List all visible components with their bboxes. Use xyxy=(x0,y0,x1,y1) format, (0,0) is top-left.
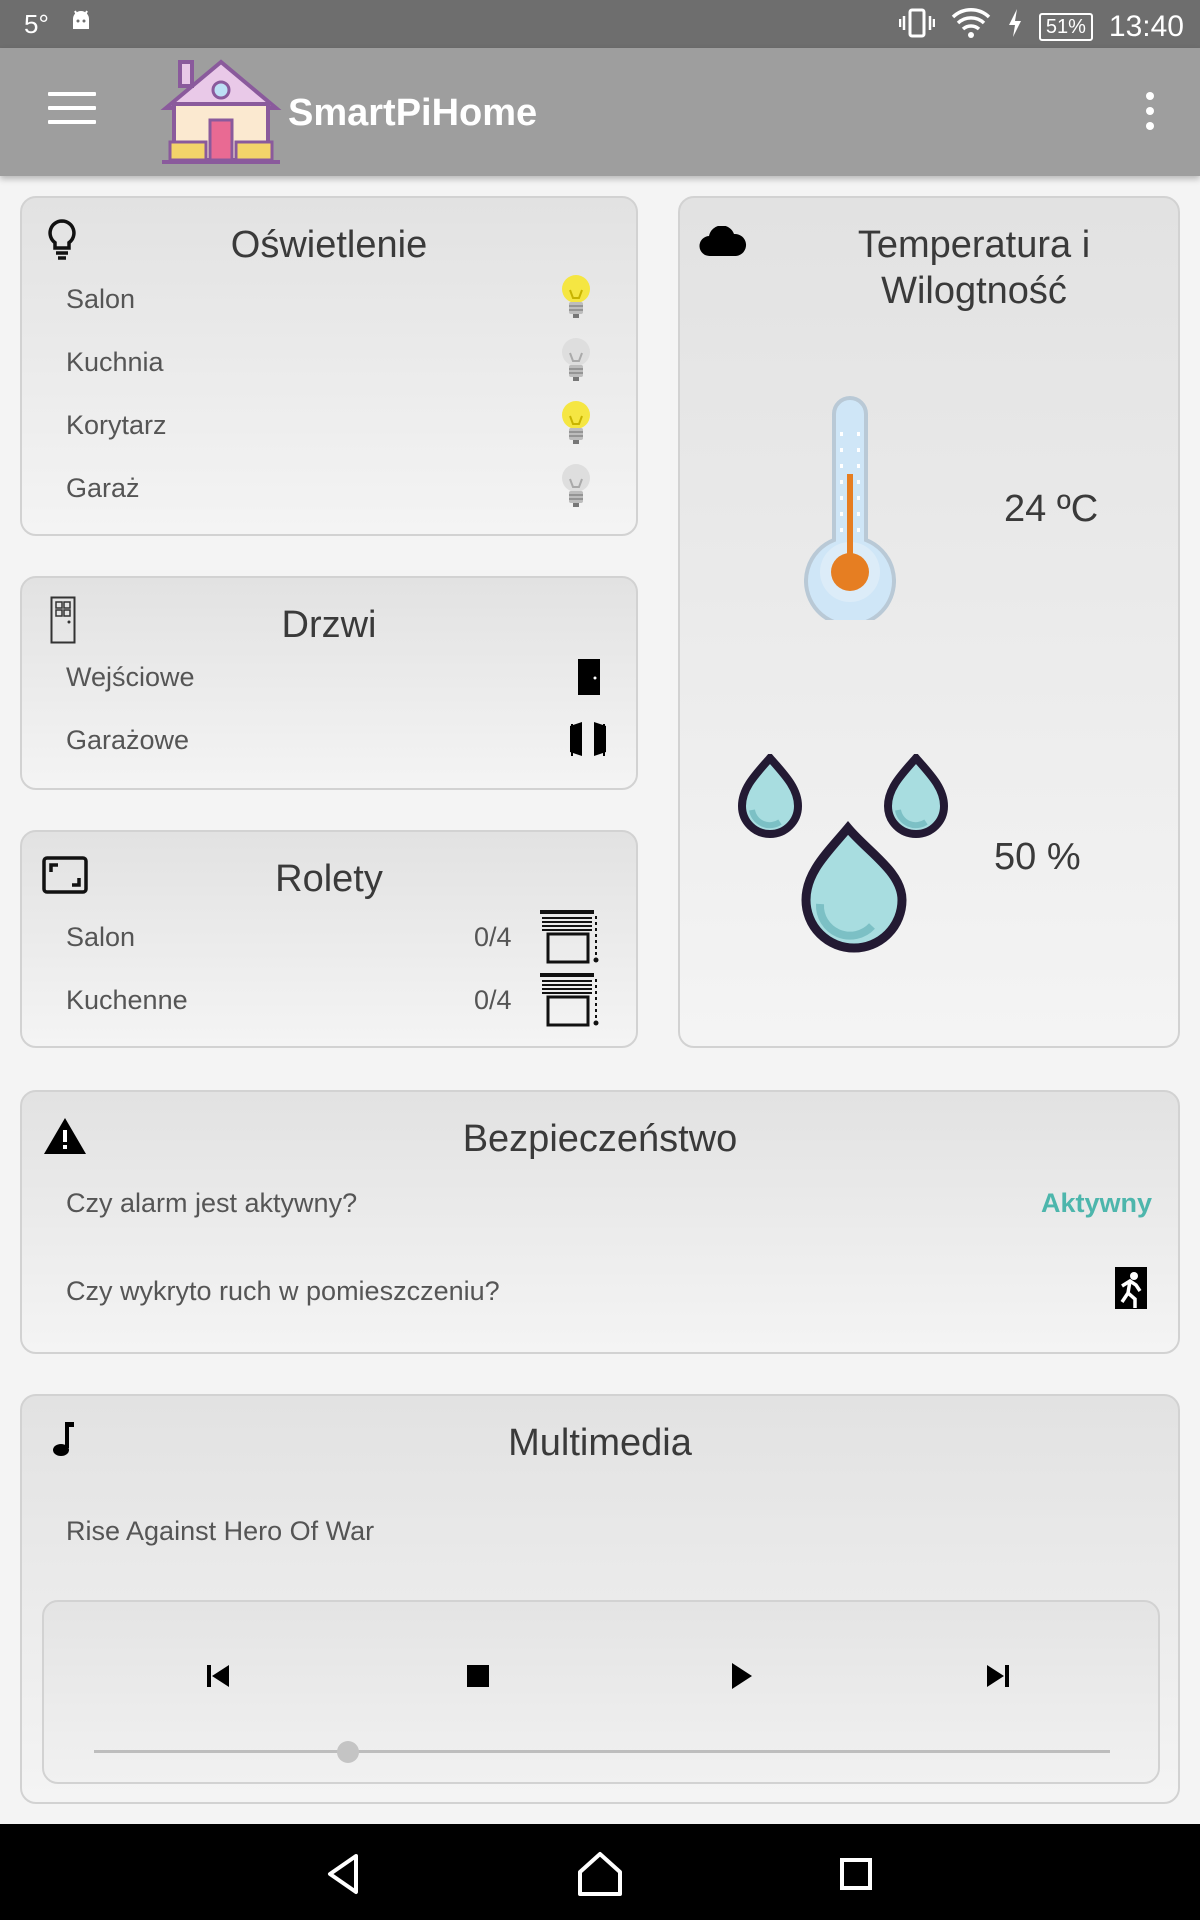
cloud-icon xyxy=(698,225,748,263)
skip-previous-icon[interactable] xyxy=(198,1656,238,1696)
running-person-exit-icon xyxy=(1114,1266,1148,1315)
window-blind-icon[interactable] xyxy=(538,908,600,969)
player-controls xyxy=(42,1600,1160,1784)
light-korytarz-label: Korytarz xyxy=(66,410,167,440)
app-bar: SmartPiHome xyxy=(0,48,1200,176)
thermometer-icon xyxy=(804,394,896,627)
recent-apps-icon[interactable] xyxy=(828,1846,884,1902)
water-drops-icon xyxy=(736,751,956,967)
multimedia-card: Multimedia Rise Against Hero Of War xyxy=(20,1394,1180,1804)
lightbulb-off-icon[interactable] xyxy=(558,335,594,383)
hamburger-menu-icon[interactable] xyxy=(48,92,96,132)
multimedia-title: Multimedia xyxy=(508,1422,692,1464)
charging-icon xyxy=(1007,9,1023,44)
door-entrance-label: Wejściowe xyxy=(66,662,195,692)
battery-indicator: 51% xyxy=(1038,12,1093,41)
security-card: Bezpieczeństwo Czy alarm jest aktywny? A… xyxy=(20,1090,1180,1354)
alarm-question-label: Czy alarm jest aktywny? xyxy=(66,1188,358,1218)
android-icon xyxy=(69,9,93,40)
motion-question-label: Czy wykryto ruch w pomieszczeniu? xyxy=(66,1276,500,1306)
temperature-value: 24 ºC xyxy=(1004,488,1099,530)
more-options-icon[interactable] xyxy=(1140,92,1160,134)
seekbar-thumb[interactable] xyxy=(337,1741,359,1763)
doors-title: Drzwi xyxy=(281,604,377,646)
climate-card: Temperatura i Wilogtność 24 ºC 50 % xyxy=(678,196,1180,1048)
seekbar-track xyxy=(94,1750,1110,1753)
door-garage-label: Garażowe xyxy=(66,725,190,755)
humidity-value: 50 % xyxy=(994,836,1081,878)
light-kuchnia-label: Kuchnia xyxy=(66,347,164,377)
vibrate-icon xyxy=(898,8,936,45)
lightbulb-on-icon[interactable] xyxy=(558,272,594,320)
skip-next-icon[interactable] xyxy=(978,1656,1018,1696)
blind-salon-label: Salon xyxy=(66,922,136,952)
lightbulb-on-icon[interactable] xyxy=(558,398,594,446)
back-icon[interactable] xyxy=(316,1846,372,1902)
door-closed-icon[interactable] xyxy=(576,658,602,701)
house-logo-icon xyxy=(160,56,282,168)
light-salon-label: Salon xyxy=(66,284,136,314)
garage-door-open-icon[interactable] xyxy=(568,720,608,763)
blinds-title: Rolety xyxy=(275,858,383,900)
wifi-icon xyxy=(951,7,991,46)
stop-icon[interactable] xyxy=(458,1656,498,1696)
status-bar: 5° 51% 13:40 xyxy=(0,0,1200,48)
blind-salon-level: 0/4 xyxy=(474,922,512,952)
home-icon[interactable] xyxy=(572,1846,628,1902)
lighting-title: Oświetlenie xyxy=(230,224,428,266)
doors-card: Drzwi Wejściowe Garażowe xyxy=(20,576,638,790)
blind-kuchenne-level: 0/4 xyxy=(474,985,512,1015)
track-title: Rise Against Hero Of War xyxy=(66,1516,375,1546)
alarm-status[interactable]: Aktywny xyxy=(1041,1188,1152,1219)
weather-temperature: 5° xyxy=(24,9,49,39)
app-title: SmartPiHome xyxy=(288,92,538,134)
navigation-bar xyxy=(0,1824,1200,1920)
clock: 13:40 xyxy=(1108,9,1184,43)
play-icon[interactable] xyxy=(720,1656,760,1696)
light-garaz-label: Garaż xyxy=(66,473,140,503)
lighting-card: Oświetlenie Salon Kuchnia Korytarz Garaż xyxy=(20,196,638,536)
security-title: Bezpieczeństwo xyxy=(462,1118,738,1160)
lightbulb-off-icon[interactable] xyxy=(558,461,594,509)
blind-kuchenne-label: Kuchenne xyxy=(66,985,188,1015)
blinds-card: Rolety Salon Kuchenne 0/4 0/4 xyxy=(20,830,638,1048)
playback-seekbar[interactable] xyxy=(94,1740,1110,1764)
window-blind-icon[interactable] xyxy=(538,971,600,1032)
climate-title: Temperatura i Wilogtność xyxy=(857,224,1091,312)
